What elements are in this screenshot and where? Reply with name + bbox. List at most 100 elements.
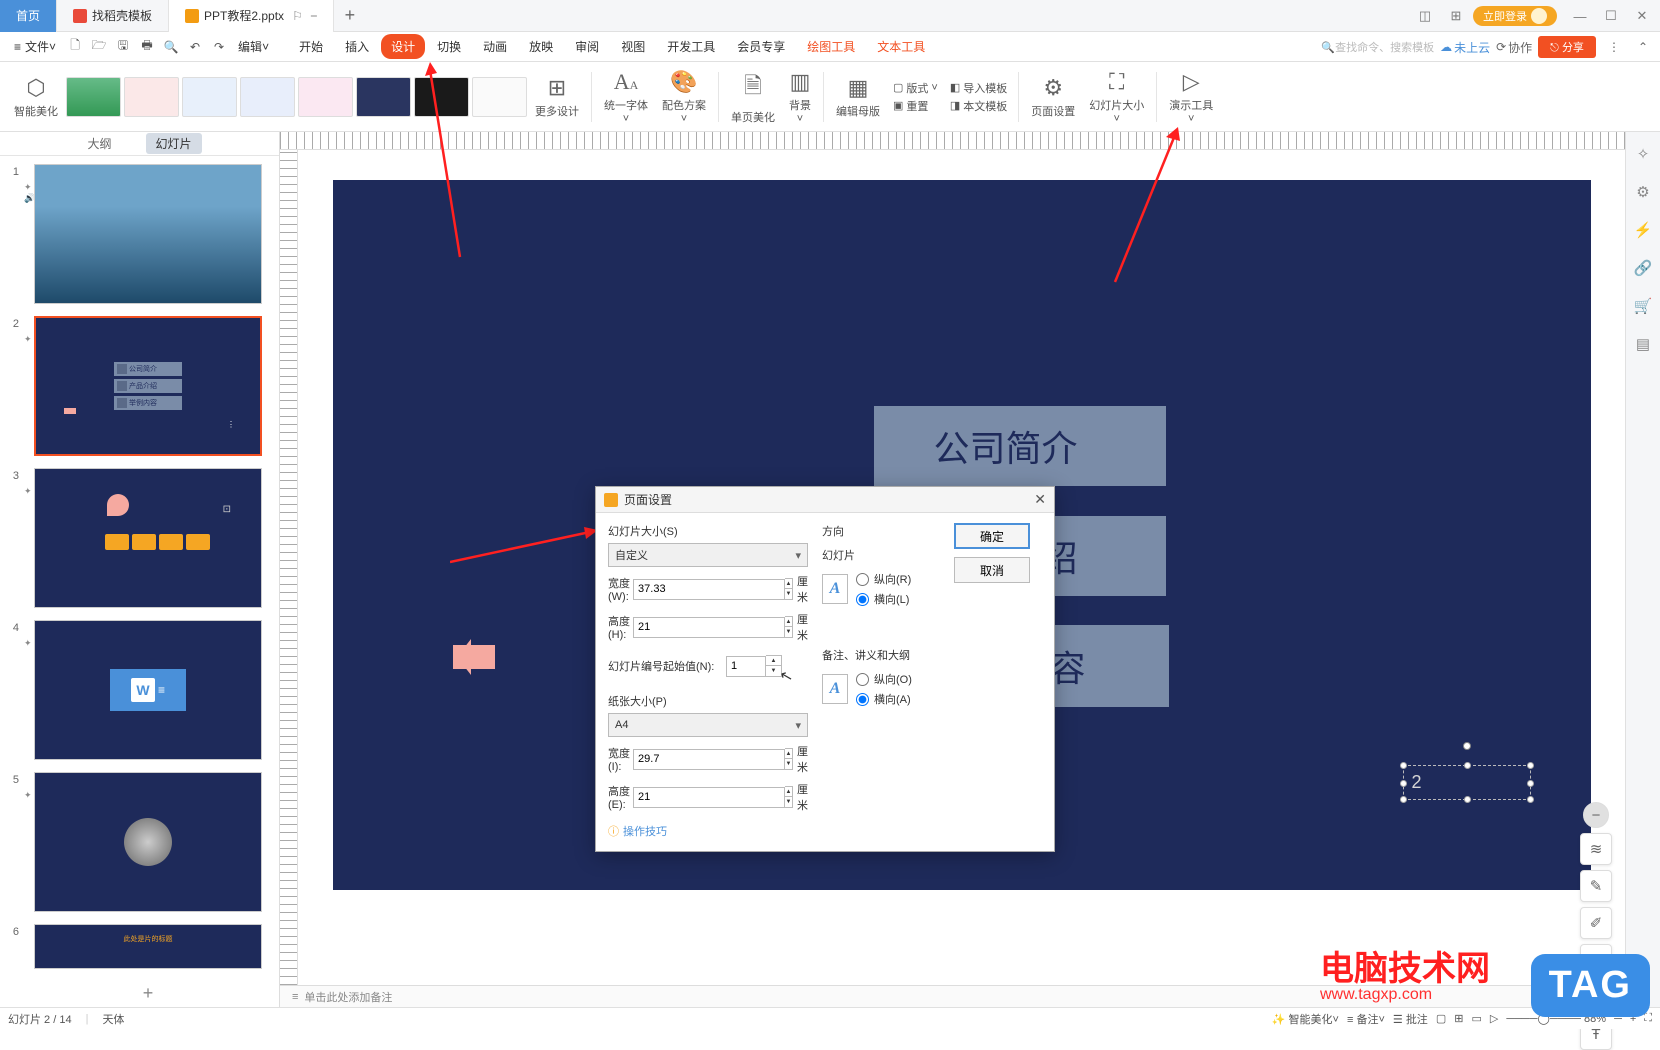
ok-button[interactable]: 确定 [954,523,1030,549]
cloud-status[interactable]: ☁ 未上云 [1440,39,1490,56]
tab-design[interactable]: 设计 [381,34,425,59]
paper-size-select[interactable]: A4 [608,713,808,737]
share-button[interactable]: ⎋ 分享 [1538,36,1596,58]
template-thumb[interactable] [66,77,121,117]
view-reading-icon[interactable]: ▭ [1471,1012,1481,1025]
close-button[interactable]: ✕ [1628,2,1656,30]
tab-slideshow[interactable]: 放映 [519,34,563,59]
more-design-button[interactable]: ⊞ 更多设计 [529,75,585,119]
new-icon[interactable]: 🗋 [64,36,86,58]
selected-textbox[interactable]: 2 [1403,765,1531,800]
collab-button[interactable]: ⟳ 协作 [1496,39,1532,56]
pheight-input[interactable] [633,787,785,808]
portrait-radio-2[interactable] [856,673,869,686]
cart-icon[interactable]: 🛒 [1633,296,1653,316]
tab-close-icon[interactable]: ⎯ [311,8,317,23]
height-spinner[interactable]: ▲▼ [785,616,793,638]
dialog-titlebar[interactable]: 页面设置 ✕ [596,487,1054,513]
smart-beautify-status[interactable]: ✨ 智能美化˅ [1272,1011,1339,1027]
pwidth-spinner[interactable]: ▲▼ [785,748,793,770]
resize-handle[interactable] [1527,780,1534,787]
slide-thumb[interactable]: 公司简介 产品介绍 举例内容 ⋮ [34,316,262,456]
view-sorter-icon[interactable]: ⊞ [1454,1012,1463,1025]
edit-master-button[interactable]: ▦ 编辑母版 [830,75,886,119]
template-thumb[interactable] [356,77,411,117]
add-slide-button[interactable]: + [34,981,262,1005]
view-normal-icon[interactable]: ▢ [1436,1012,1446,1025]
tab-drawing[interactable]: 绘图工具 [797,34,865,59]
print-icon[interactable]: 🖶 [136,36,158,58]
color-scheme-button[interactable]: 🎨 配色方案˅ [656,69,712,125]
slide-item-2[interactable]: 2 ✦ 公司简介 产品介绍 举例内容 ⋮ [4,316,275,456]
slide-thumb[interactable]: 此处是片的标题 [34,924,262,969]
tab-view[interactable]: 视图 [611,34,655,59]
resize-handle[interactable] [1400,780,1407,787]
slide-thumb[interactable] [34,772,262,912]
login-button[interactable]: 立即登录 [1473,6,1557,26]
tab-document[interactable]: PPT教程2.pptx ⚐ ⎯ [169,0,334,32]
resize-handle[interactable] [1464,762,1471,769]
background-button[interactable]: ▥ 背景˅ [783,69,817,125]
page-setup-button[interactable]: ⚙ 页面设置 [1025,75,1081,119]
portrait-radio[interactable] [856,573,869,586]
tab-animation[interactable]: 动画 [473,34,517,59]
slide-item-3[interactable]: 3 ✦ ⊡ [4,468,275,608]
landscape-radio-2[interactable] [856,693,869,706]
more-icon[interactable]: ⋮ [1602,40,1626,54]
tab-text[interactable]: 文本工具 [867,34,935,59]
tab-templates[interactable]: 找稻壳模板 [57,0,169,32]
slide-size-button[interactable]: ⛶ 幻灯片大小˅ [1083,69,1150,125]
pheight-spinner[interactable]: ▲▼ [785,786,793,808]
comments-toggle[interactable]: ☰ 批注 [1393,1011,1428,1027]
tab-member[interactable]: 会员专享 [727,34,795,59]
body-template-button[interactable]: ◨ 本文模板 [950,98,1007,114]
save-icon[interactable]: 🖫 [112,36,134,58]
start-number-input[interactable] [726,656,766,677]
pen-tool-icon[interactable]: ✎ [1580,870,1612,902]
tab-pin-icon[interactable]: ⚐ [292,9,303,23]
collapse-ribbon-icon[interactable]: ⌃ [1632,40,1654,54]
notes-toggle[interactable]: ≡ 备注˅ [1347,1011,1385,1027]
smart-beautify-button[interactable]: ⬡ 智能美化 [8,75,64,119]
search-box[interactable]: 🔍 查找命令、搜索模板 [1321,39,1434,55]
undo-icon[interactable]: ↶ [184,36,206,58]
resize-handle[interactable] [1464,796,1471,803]
tab-transition[interactable]: 切换 [427,34,471,59]
cancel-button[interactable]: 取消 [954,557,1030,583]
template-thumb[interactable] [182,77,237,117]
maximize-button[interactable]: ☐ [1597,2,1625,30]
redo-icon[interactable]: ↷ [208,36,230,58]
slide-item-6[interactable]: 6 此处是片的标题 [4,924,275,969]
text-tool-icon[interactable]: ✐ [1580,907,1612,939]
landscape-radio[interactable] [856,593,869,606]
stars-icon[interactable]: ✧ [1633,144,1653,164]
tips-link[interactable]: 操作技巧 [608,823,808,839]
tab-review[interactable]: 审阅 [565,34,609,59]
template-thumb[interactable] [240,77,295,117]
file-menu[interactable]: ≡ 文件 ˅ [8,38,62,55]
slide-thumb[interactable]: W≡ [34,620,262,760]
reset-button[interactable]: ▣ 重置 [893,98,938,114]
layout-icon[interactable]: ◫ [1411,2,1439,30]
import-template-button[interactable]: ◧ 导入模板 [950,80,1007,96]
zoom-out-icon[interactable]: − [1583,802,1609,828]
open-icon[interactable]: 🗁 [88,36,110,58]
layout-button[interactable]: ▢ 版式˅ [893,80,938,96]
layers-tool-icon[interactable]: ≋ [1580,833,1612,865]
resize-handle[interactable] [1527,796,1534,803]
tab-dev[interactable]: 开发工具 [657,34,725,59]
link-icon[interactable]: 🔗 [1633,258,1653,278]
arrow-shape[interactable] [453,645,495,669]
tab-home[interactable]: 首页 [0,0,57,32]
outline-tab[interactable]: 大纲 [77,133,121,154]
slide-item-4[interactable]: 4 ✦ W≡ [4,620,275,760]
resize-handle[interactable] [1527,762,1534,769]
width-spinner[interactable]: ▲▼ [785,578,793,600]
tab-start[interactable]: 开始 [289,34,333,59]
pwidth-input[interactable] [633,749,785,770]
preview-icon[interactable]: 🔍 [160,36,182,58]
unify-font-button[interactable]: AA 统一字体˅ [598,69,654,125]
resize-handle[interactable] [1400,796,1407,803]
template-thumb[interactable] [298,77,353,117]
slide-item-1[interactable]: 1 ✦🔊 [4,164,275,304]
